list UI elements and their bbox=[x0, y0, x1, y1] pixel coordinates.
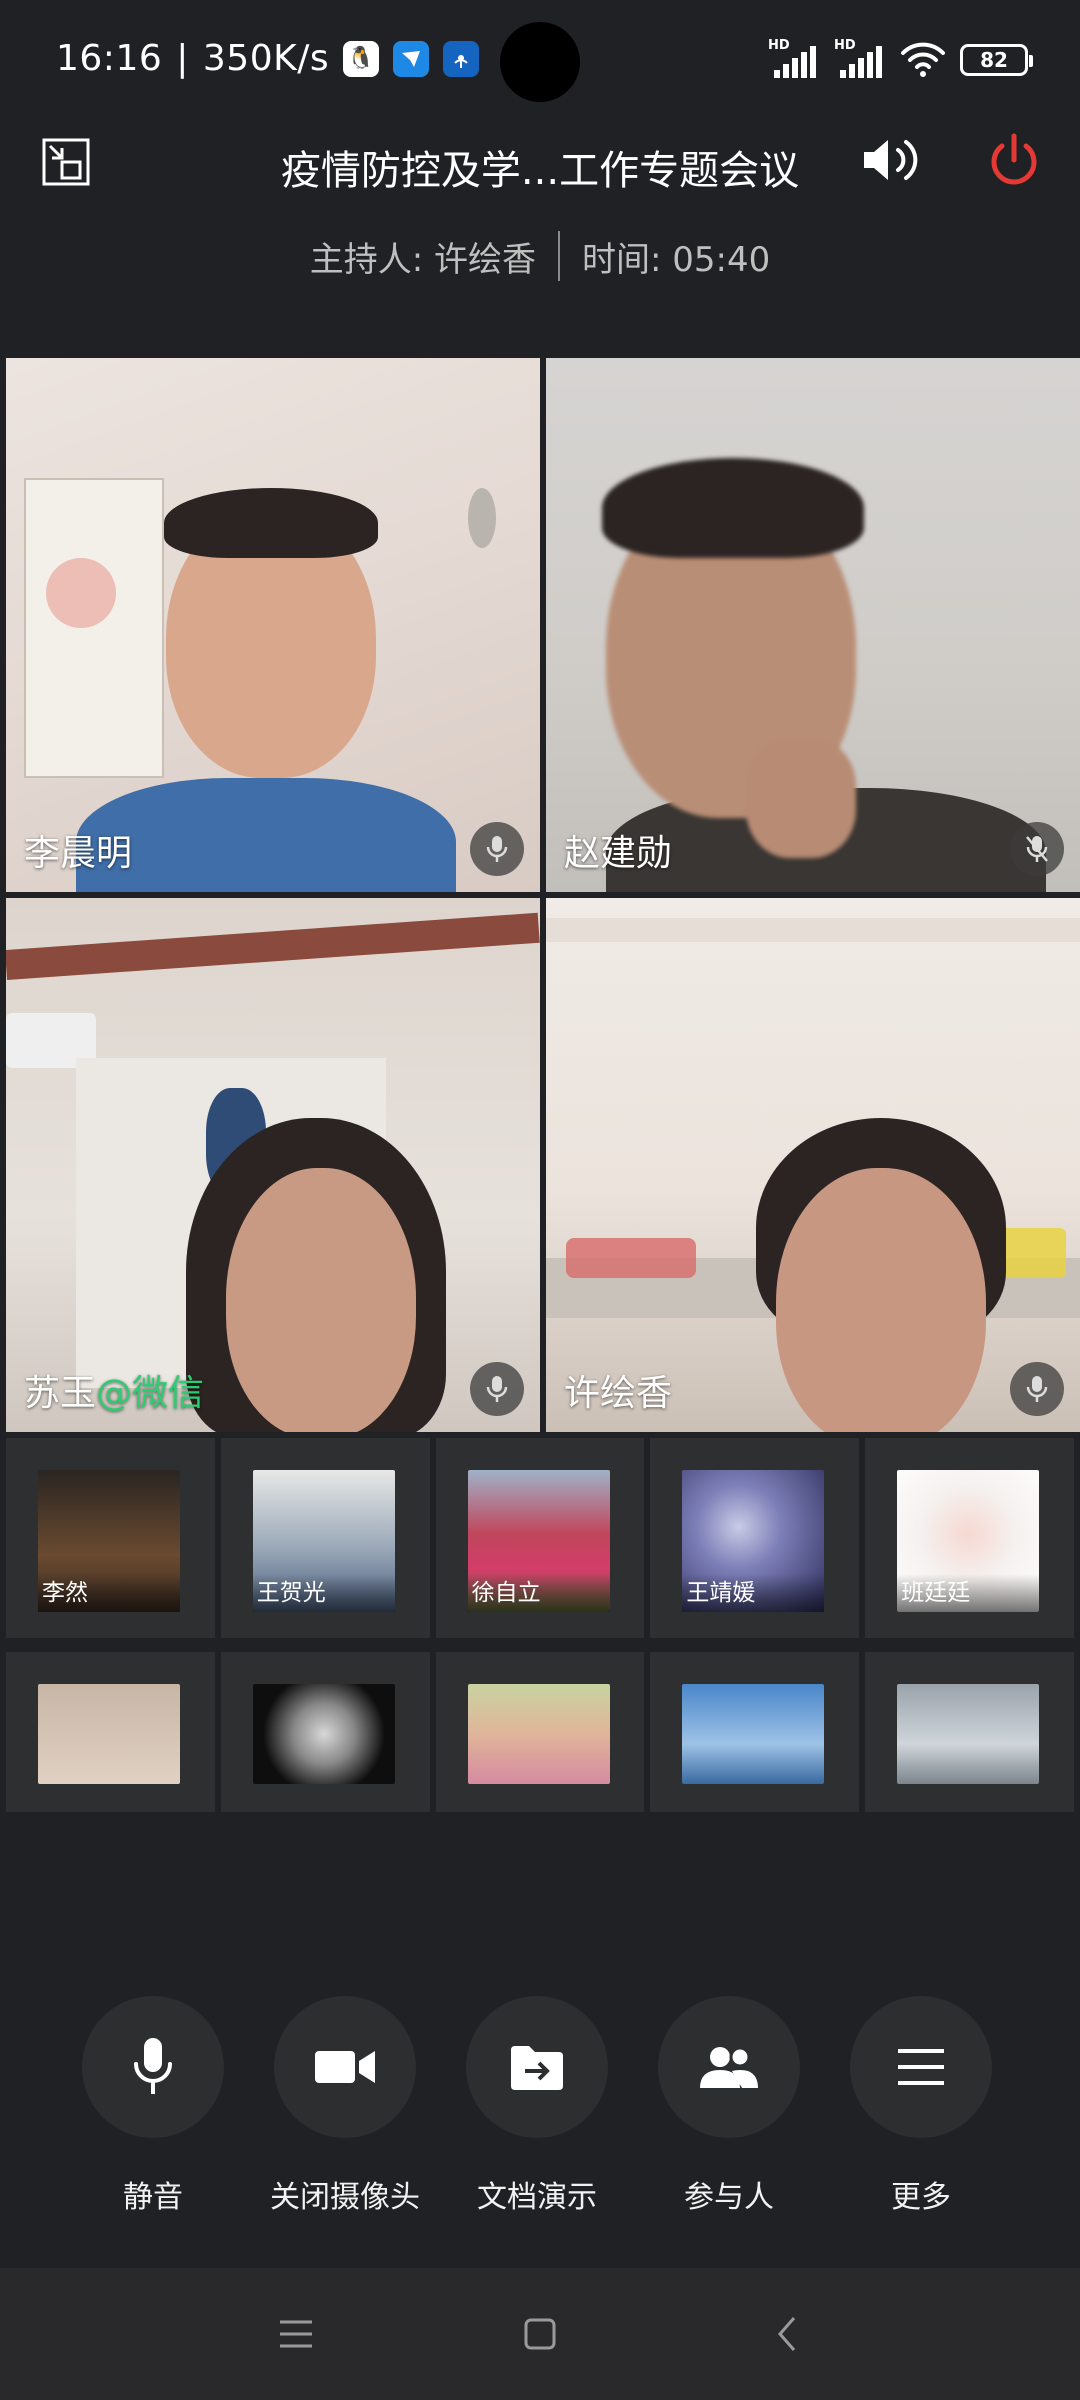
participant-name: 苏玉@微信 bbox=[24, 1373, 205, 1414]
camera-control[interactable]: 关闭摄像头 bbox=[249, 1996, 441, 2216]
host-label: 主持人: 许绘香 bbox=[309, 239, 536, 280]
mic-icon bbox=[1010, 822, 1064, 876]
participant-thumb[interactable] bbox=[435, 1652, 645, 1812]
mic-icon bbox=[1010, 1362, 1064, 1416]
camera-off-button[interactable] bbox=[274, 1996, 416, 2138]
person-hair bbox=[602, 458, 864, 558]
signal-icon: HD bbox=[768, 38, 820, 80]
participants-label: 参与人 bbox=[684, 2180, 774, 2215]
participants-icon bbox=[700, 2046, 758, 2088]
mute-label: 静音 bbox=[123, 2180, 183, 2215]
exit-fullscreen-icon[interactable] bbox=[40, 136, 92, 188]
participant-name: 赵建勋 bbox=[564, 833, 673, 874]
meeting-controls: 静音 关闭摄像头 文档演示 参与人 更多 bbox=[0, 1996, 1080, 2216]
qq-icon: 🐧 bbox=[343, 40, 380, 77]
microphone-icon bbox=[134, 2038, 172, 2094]
power-icon[interactable] bbox=[986, 132, 1042, 188]
participants-button[interactable] bbox=[658, 1996, 800, 2138]
menu-icon bbox=[898, 2049, 944, 2085]
recent-apps-icon[interactable] bbox=[274, 2312, 318, 2356]
ceiling-molding bbox=[546, 918, 1080, 942]
hotspot-icon bbox=[443, 40, 480, 77]
participant-list: 李然 王贺光 徐自立 王靖媛 班廷廷 bbox=[0, 1438, 1080, 1638]
video-camera-icon bbox=[315, 2051, 375, 2083]
speaker-icon[interactable] bbox=[860, 134, 922, 186]
participant-name: 王靖媛 bbox=[682, 1574, 825, 1612]
mic-icon bbox=[470, 1362, 524, 1416]
participant-thumb[interactable] bbox=[650, 1652, 860, 1812]
painting-flower bbox=[46, 558, 116, 628]
camera-off-label: 关闭摄像头 bbox=[270, 2180, 420, 2215]
participant-thumb[interactable]: 班廷廷 bbox=[865, 1438, 1074, 1638]
avatar bbox=[38, 1684, 180, 1784]
status-bar: 16:16 | 350K/s 🐧 HD HD 82 bbox=[0, 0, 1080, 120]
avatar bbox=[252, 1684, 395, 1784]
video-tile[interactable]: 李晨明 bbox=[6, 358, 540, 892]
video-tile[interactable]: 赵建勋 bbox=[546, 358, 1080, 892]
folder-share-icon bbox=[511, 2046, 563, 2090]
divider bbox=[558, 231, 560, 281]
video-tile[interactable]: 许绘香 bbox=[546, 898, 1080, 1432]
system-nav-bar bbox=[0, 2268, 1080, 2400]
video-tile[interactable]: 苏玉@微信 bbox=[6, 898, 540, 1432]
more-button[interactable] bbox=[850, 1996, 992, 2138]
participant-thumb[interactable] bbox=[220, 1652, 430, 1812]
meeting-info: 主持人: 许绘香 时间: 05:40 bbox=[0, 228, 1080, 284]
person-body bbox=[76, 778, 456, 892]
person-hair bbox=[164, 488, 378, 558]
participant-thumb[interactable]: 王靖媛 bbox=[650, 1438, 860, 1638]
avatar bbox=[467, 1684, 610, 1784]
network-speed: 350K/s bbox=[202, 38, 330, 79]
participant-list-row2 bbox=[0, 1652, 1080, 1812]
mute-control[interactable]: 静音 bbox=[57, 1996, 249, 2216]
meeting-header: 疫情防控及学...工作专题会议 bbox=[0, 120, 1080, 210]
avatar bbox=[682, 1684, 825, 1784]
mic-icon bbox=[470, 822, 524, 876]
participant-thumb[interactable] bbox=[865, 1652, 1074, 1812]
person-hand bbox=[746, 738, 856, 858]
status-separator: | bbox=[176, 38, 189, 79]
participant-thumb[interactable] bbox=[6, 1652, 215, 1812]
more-label: 更多 bbox=[891, 2180, 951, 2215]
participant-name: 李然 bbox=[38, 1574, 180, 1612]
wifi-icon bbox=[901, 42, 945, 77]
elapsed-time: 时间: 05:40 bbox=[582, 239, 771, 280]
wall-ornament bbox=[468, 488, 496, 548]
feishu-icon bbox=[393, 40, 430, 77]
participant-name: 班廷廷 bbox=[897, 1574, 1040, 1612]
participant-thumb[interactable]: 李然 bbox=[6, 1438, 215, 1638]
signal-icon-2: HD bbox=[834, 38, 886, 80]
participant-name: 李晨明 bbox=[24, 833, 133, 874]
wall-beam bbox=[6, 912, 540, 980]
participant-thumb[interactable]: 徐自立 bbox=[435, 1438, 645, 1638]
more-control[interactable]: 更多 bbox=[825, 1996, 1017, 2216]
doc-share-button[interactable] bbox=[466, 1996, 608, 2138]
doc-share-label: 文档演示 bbox=[477, 2180, 597, 2215]
home-icon[interactable] bbox=[518, 2312, 562, 2356]
person-face bbox=[776, 1168, 986, 1432]
participant-name: 王贺光 bbox=[252, 1574, 395, 1612]
meeting-title: 疫情防控及学...工作专题会议 bbox=[280, 148, 800, 194]
camera-cutout bbox=[500, 22, 580, 102]
person-face bbox=[226, 1168, 416, 1432]
doc-share-control[interactable]: 文档演示 bbox=[441, 1996, 633, 2216]
participant-name: 许绘香 bbox=[564, 1373, 673, 1414]
back-icon[interactable] bbox=[766, 2312, 810, 2356]
participants-control[interactable]: 参与人 bbox=[633, 1996, 825, 2216]
participant-name: 徐自立 bbox=[467, 1574, 610, 1612]
shelf-items bbox=[566, 1238, 696, 1278]
battery-icon: 82 bbox=[960, 44, 1033, 76]
avatar bbox=[897, 1684, 1040, 1784]
status-time: 16:16 bbox=[56, 38, 163, 79]
wall-scroll bbox=[24, 478, 164, 778]
mute-button[interactable] bbox=[82, 1996, 224, 2138]
participant-thumb[interactable]: 王贺光 bbox=[220, 1438, 430, 1638]
